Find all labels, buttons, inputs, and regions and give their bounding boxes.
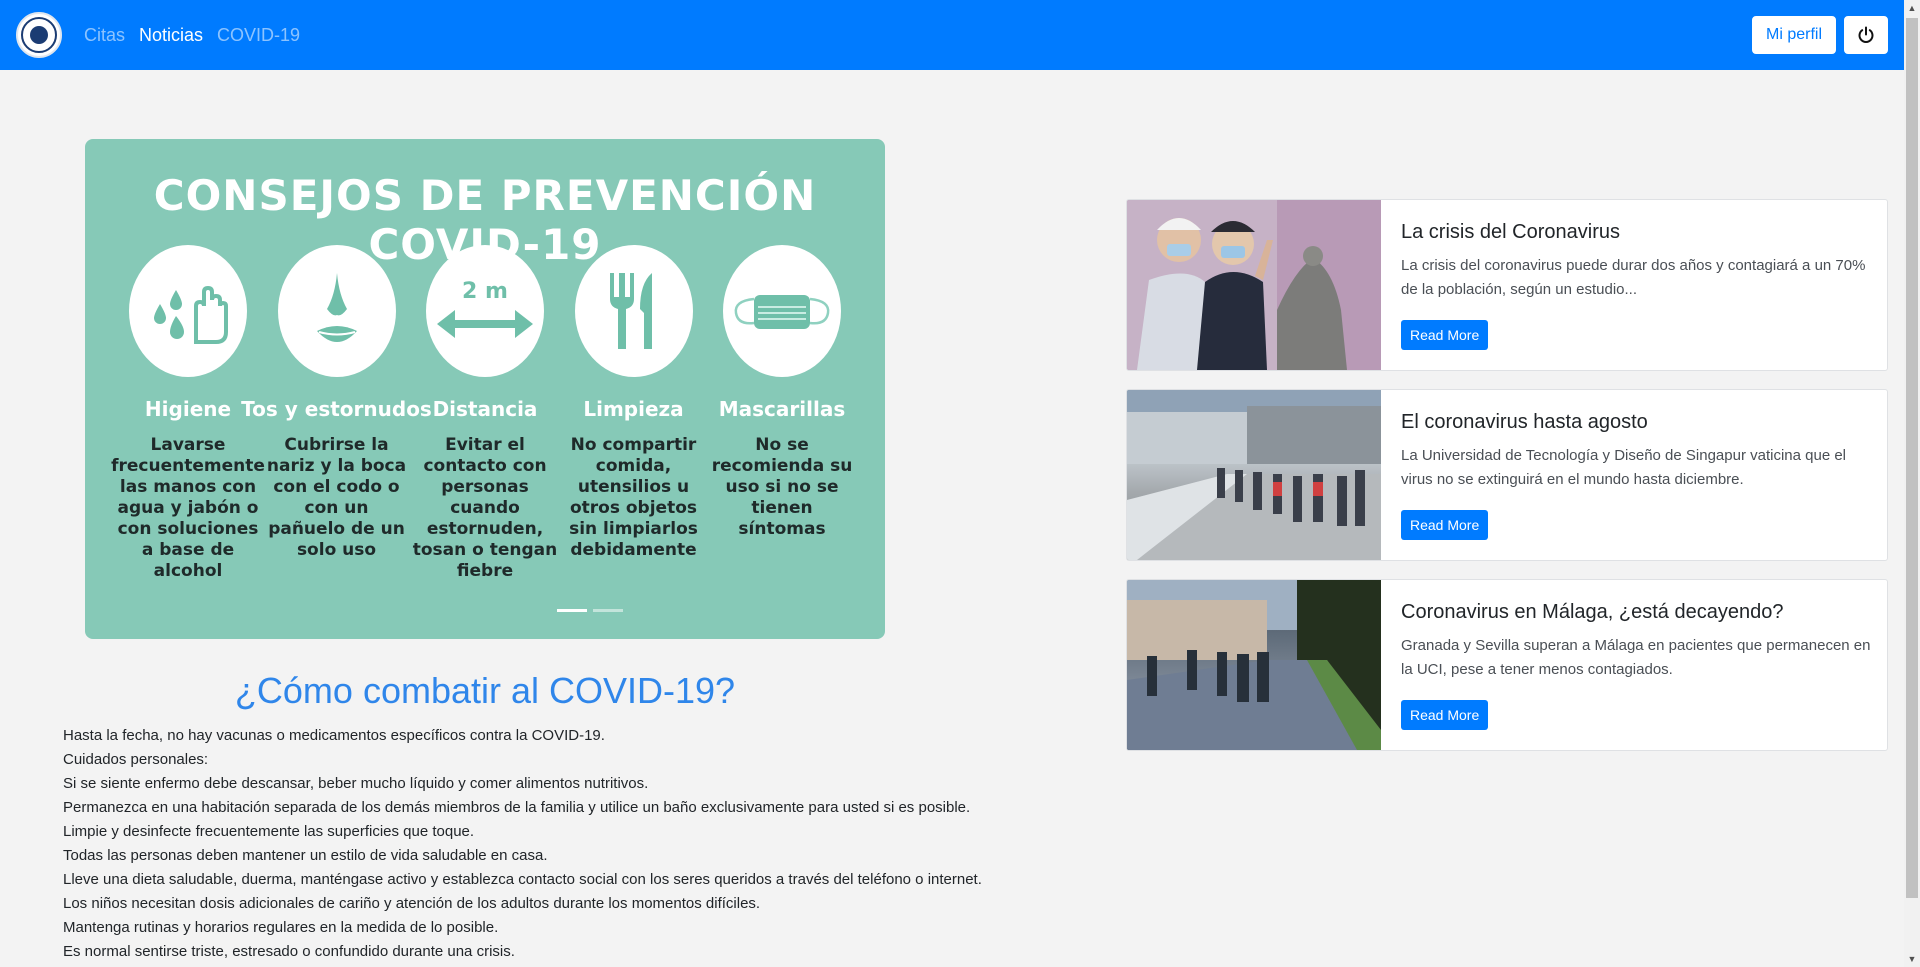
scroll-thumb[interactable]: [1906, 18, 1918, 898]
article-line: Los niños necesitan dosis adicionales de…: [63, 895, 761, 912]
university-logo[interactable]: [16, 12, 62, 58]
tip-description: Lavarse frecuentemente las manos con agu…: [111, 435, 265, 581]
nav-link-citas[interactable]: Citas: [84, 25, 125, 46]
read-more-button[interactable]: Read More: [1401, 700, 1489, 730]
tip-circle: 2 m: [426, 245, 544, 377]
article-line: Hasta la fecha, no hay vacunas o medicam…: [63, 727, 605, 744]
tip-circle: [574, 245, 693, 377]
nav-links: Citas Noticias COVID-19: [84, 25, 300, 46]
news-title: La crisis del Coronavirus: [1401, 221, 1620, 243]
news-text: La Universidad de Tecnología y Diseño de…: [1401, 447, 1847, 488]
nav-link-noticias[interactable]: Noticias: [139, 25, 203, 46]
news-text: La crisis del coronavirus puede durar do…: [1401, 257, 1866, 298]
tip-limpieza: Limpieza No compartir comida, utensilios…: [561, 245, 707, 582]
prevention-tips: Higiene Lavarse frecuentemente las manos…: [111, 245, 855, 582]
prevention-carousel[interactable]: CONSEJOS DE PREVENCIÓN COVID-19 Higiene …: [85, 139, 885, 639]
tip-circle: [723, 245, 841, 377]
carousel-indicator-1[interactable]: [557, 609, 587, 612]
navbar: Citas Noticias COVID-19 Mi perfil: [0, 0, 1904, 70]
tip-name: Distancia: [432, 397, 538, 421]
article-line: Es normal sentirse triste, estresado o c…: [63, 943, 515, 960]
article-line: Lleve una dieta saludable, duerma, manté…: [63, 871, 982, 888]
cutlery-icon: [609, 273, 652, 349]
article-line: Permanezca en una habitación separada de…: [63, 799, 971, 816]
nose-mouth-icon: [316, 273, 357, 342]
tip-circle: [129, 245, 247, 377]
scroll-down-arrow-icon[interactable]: ▼: [1904, 951, 1920, 967]
tip-name: Higiene: [144, 397, 232, 421]
carousel-indicators: [557, 609, 623, 612]
article-line: Limpie y desinfecte frecuentemente las s…: [63, 823, 475, 840]
tip-distancia: 2 m Distancia Evitar el contacto con per…: [412, 245, 558, 582]
logo-ring: [21, 17, 57, 53]
article-body: Hasta la fecha, no hay vacunas o medicam…: [63, 724, 1053, 964]
tip-name: Mascarillas: [718, 397, 846, 421]
article-line: Mantenga rutinas y horarios regulares en…: [63, 919, 499, 936]
read-more-button[interactable]: Read More: [1401, 320, 1489, 350]
mask-icon: [734, 295, 830, 329]
news-photo-two-women-masks: [1127, 200, 1381, 370]
news-list: La crisis del Coronavirus La crisis del …: [1126, 199, 1888, 769]
news-photo-malaga-walkway: [1127, 580, 1381, 750]
power-icon: [1858, 26, 1874, 43]
news-card: El coronavirus hasta agosto La Universid…: [1126, 389, 1888, 561]
article-line: Si se siente enfermo debe descansar, beb…: [63, 775, 649, 792]
tip-higiene: Higiene Lavarse frecuentemente las manos…: [111, 245, 265, 582]
news-image: [1127, 390, 1381, 560]
news-title: El coronavirus hasta agosto: [1401, 411, 1648, 433]
tip-mascarillas: Mascarillas No se recomienda su uso si n…: [709, 245, 855, 582]
logo-emblem: [30, 26, 48, 44]
news-photo-promenade-crowd: [1127, 390, 1381, 560]
article-heading: ¿Cómo combatir al COVID-19?: [234, 670, 736, 711]
profile-button[interactable]: Mi perfil: [1751, 16, 1836, 54]
tip-description: Evitar el contacto con personas cuando e…: [412, 435, 558, 581]
article-line: Cuidados personales:: [63, 751, 209, 768]
read-more-button[interactable]: Read More: [1401, 510, 1489, 540]
nav-actions: Mi perfil: [1751, 16, 1888, 54]
tip-name: Tos y estornudos: [241, 397, 432, 421]
news-image: [1127, 580, 1381, 750]
news-image: [1127, 200, 1381, 370]
news-card: La crisis del Coronavirus La crisis del …: [1126, 199, 1888, 371]
tip-tos: Tos y estornudos Cubrirse la nariz y la …: [241, 245, 432, 582]
news-card: Coronavirus en Málaga, ¿está decayendo? …: [1126, 579, 1888, 751]
distance-icon: 2 m: [437, 279, 533, 338]
hands-water-icon: [154, 285, 228, 344]
scroll-up-arrow-icon[interactable]: ▲: [1904, 0, 1920, 16]
logout-button[interactable]: [1844, 16, 1888, 54]
tip-description: Cubrirse la nariz y la boca con el codo …: [266, 435, 407, 560]
carousel-indicator-2[interactable]: [593, 609, 623, 612]
news-title: Coronavirus en Málaga, ¿está decayendo?: [1401, 601, 1784, 623]
article-line: Todas las personas deben mantener un est…: [63, 847, 548, 864]
news-text: Granada y Sevilla superan a Málaga en pa…: [1401, 637, 1871, 678]
tip-description: No compartir comida, utensilios u otros …: [569, 435, 698, 560]
tip-circle: [277, 245, 396, 377]
tip-description: No se recomienda su uso si no se tienen …: [711, 435, 853, 539]
page-scrollbar[interactable]: ▲ ▼: [1904, 0, 1920, 967]
distance-label: 2 m: [462, 279, 508, 304]
tip-name: Limpieza: [583, 397, 684, 421]
nav-link-covid[interactable]: COVID-19: [217, 25, 300, 46]
